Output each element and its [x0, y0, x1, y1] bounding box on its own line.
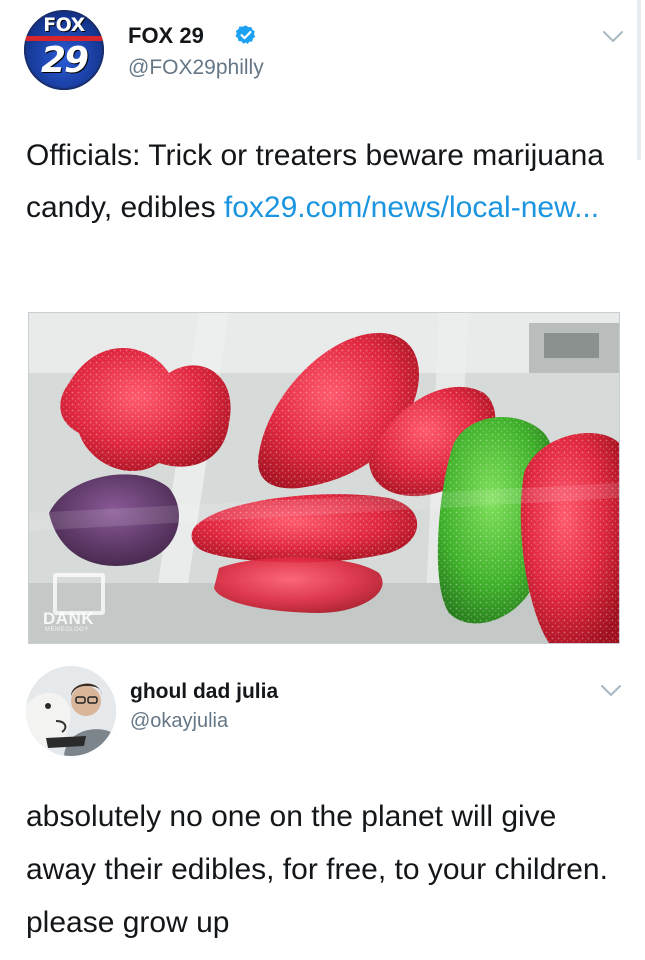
avatar[interactable]: FOX 29	[24, 10, 104, 90]
chevron-down-icon[interactable]	[602, 30, 624, 44]
tweet-okayjulia[interactable]: ghoul dad julia @okayjulia absolutely no…	[0, 650, 645, 960]
user-photo-icon	[26, 666, 116, 756]
fox-logo-word: FOX	[43, 14, 85, 36]
handle[interactable]: @FOX29philly	[128, 56, 264, 80]
display-name[interactable]: FOX 29	[128, 23, 204, 49]
watermark-logo: DANK MEMEOLOGY	[39, 571, 135, 637]
handle[interactable]: @okayjulia	[130, 710, 228, 733]
chevron-down-icon[interactable]	[600, 684, 622, 698]
tweet-media-image[interactable]: DANK MEMEOLOGY	[28, 312, 620, 644]
watermark-subtitle: MEMEOLOGY	[45, 627, 89, 633]
verified-badge-icon	[235, 25, 256, 45]
fox-logo-number: 29	[40, 40, 89, 81]
avatar[interactable]	[26, 666, 116, 756]
tweet-text: Officials: Trick or treaters beware mari…	[26, 130, 625, 234]
tweet-fox29[interactable]: FOX 29 FOX 29 @FOX29philly Officials: Tr…	[0, 0, 645, 650]
tweet-link[interactable]: fox29.com/news/local-new...	[224, 191, 599, 224]
watermark-title: DANK	[43, 609, 95, 628]
display-name[interactable]: ghoul dad julia	[130, 680, 278, 704]
tweet-text: absolutely no one on the planet will giv…	[26, 800, 608, 939]
